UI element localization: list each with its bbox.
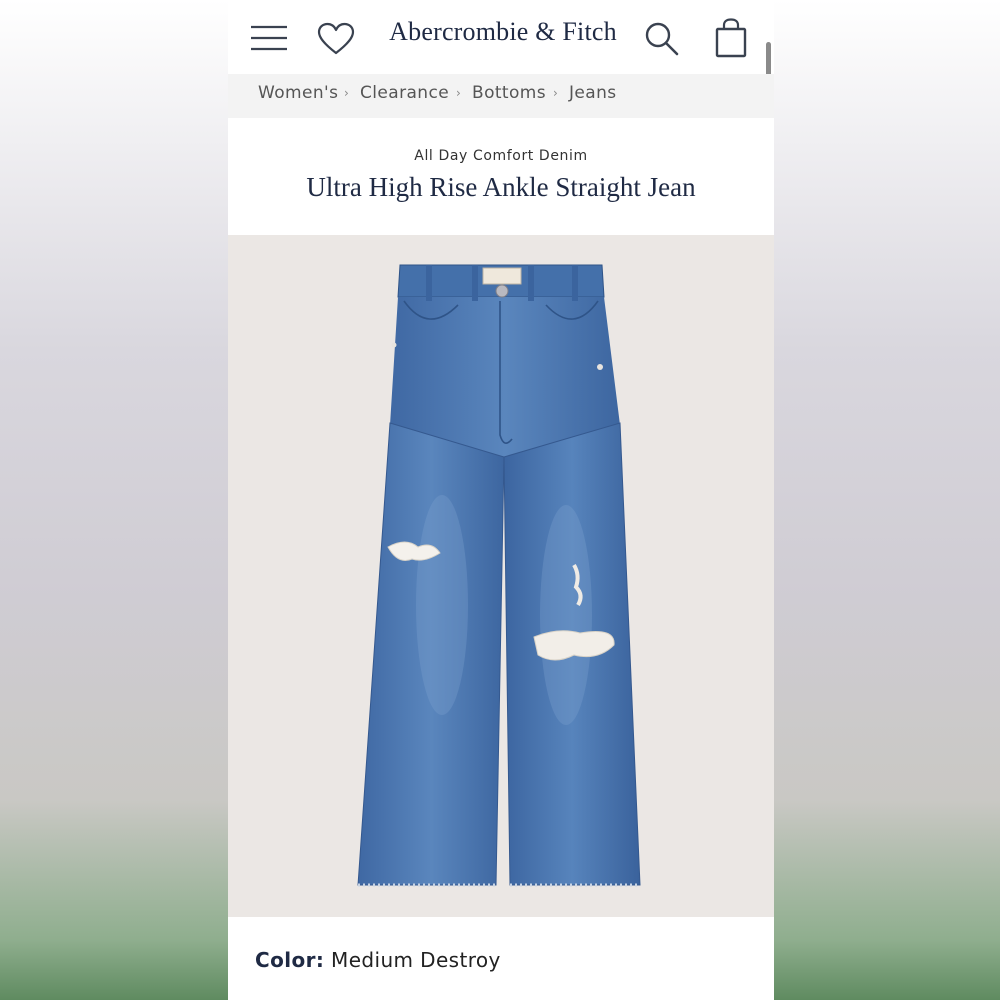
header-bar: Abercrombie & Fitch	[228, 0, 774, 110]
breadcrumb-item-bottoms[interactable]: Bottoms	[472, 83, 546, 103]
product-image[interactable]	[228, 235, 774, 917]
breadcrumb-item-womens[interactable]: Women's	[258, 83, 338, 103]
breadcrumb: Women's › Clearance › Bottoms › Jeans	[228, 74, 774, 118]
product-title: Ultra High Rise Ankle Straight Jean	[306, 172, 696, 202]
breadcrumb-item-clearance[interactable]: Clearance	[360, 83, 449, 103]
product-collection: All Day Comfort Denim	[414, 148, 588, 164]
breadcrumb-separator: ›	[456, 86, 462, 100]
color-selector: Color: Medium Destroy	[255, 948, 501, 972]
product-page: Abercrombie & Fitch Women's › Clearance …	[228, 0, 774, 1000]
breadcrumb-separator: ›	[553, 86, 559, 100]
shopping-bag-icon[interactable]	[715, 18, 747, 58]
color-value: Medium Destroy	[331, 948, 501, 972]
hamburger-menu-icon[interactable]	[250, 24, 288, 52]
brand-logo[interactable]: Abercrombie & Fitch	[378, 17, 628, 47]
jeans-illustration	[357, 264, 641, 887]
search-icon[interactable]	[644, 21, 680, 57]
color-label: Color:	[255, 948, 325, 972]
breadcrumb-separator: ›	[344, 86, 350, 100]
heart-icon[interactable]	[317, 22, 355, 56]
breadcrumb-item-jeans[interactable]: Jeans	[569, 83, 617, 103]
